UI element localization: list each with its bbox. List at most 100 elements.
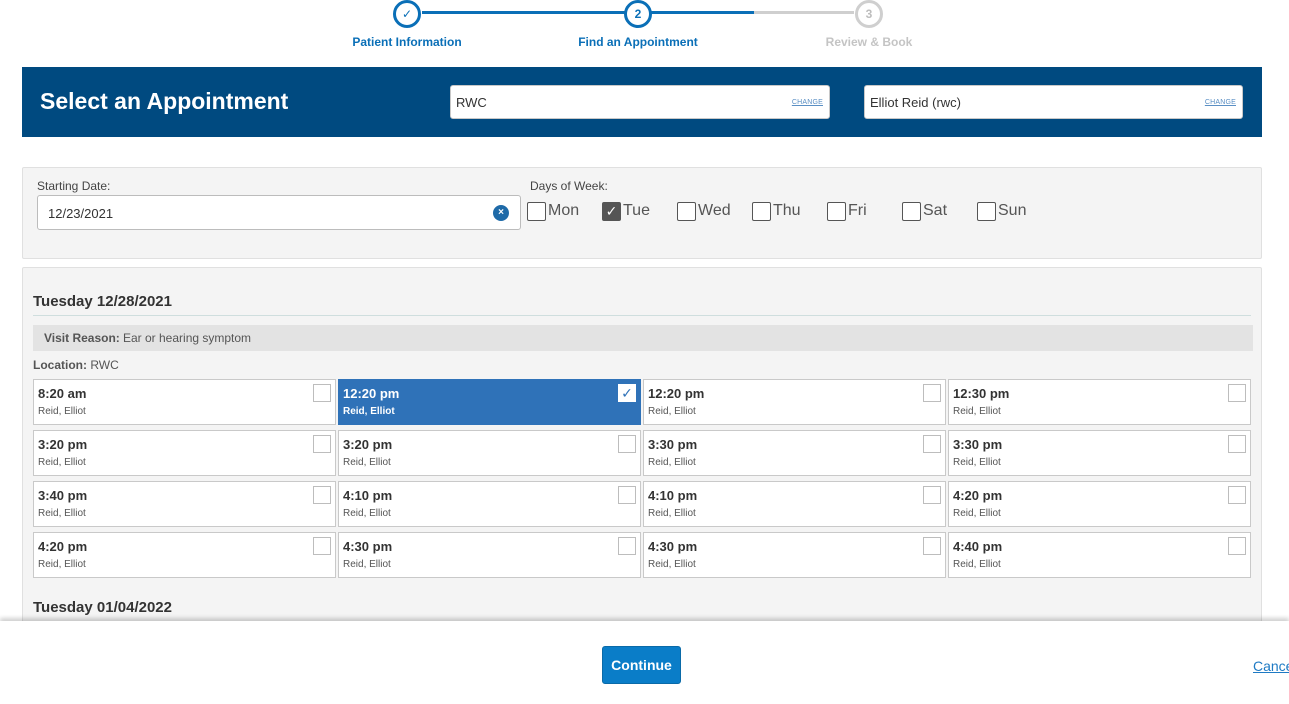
visit-reason-band: Visit Reason: Ear or hearing symptom: [33, 325, 1253, 351]
visit-reason-label: Visit Reason:: [44, 331, 120, 345]
appointment-results[interactable]: Tuesday 12/28/2021 Visit Reason: Ear or …: [22, 267, 1262, 627]
checkbox-mon[interactable]: [527, 201, 546, 221]
step-2-label: Find an Appointment: [578, 35, 698, 49]
checkbox-thu[interactable]: [752, 201, 771, 221]
location-label: Location:: [33, 358, 87, 372]
slot-provider: Reid, Elliot: [953, 457, 1001, 468]
time-slot[interactable]: 3:20 pm Reid, Elliot: [33, 430, 336, 476]
clear-date-icon[interactable]: ×: [493, 205, 509, 221]
time-slot[interactable]: 4:40 pm Reid, Elliot: [948, 532, 1251, 578]
time-slot[interactable]: 4:30 pm Reid, Elliot: [643, 532, 946, 578]
slot-time: 4:40 pm: [953, 539, 1003, 554]
slot-time: 3:30 pm: [648, 437, 698, 452]
time-slot[interactable]: 4:10 pm Reid, Elliot: [338, 481, 641, 527]
time-slot[interactable]: 12:30 pm Reid, Elliot: [948, 379, 1251, 425]
checkbox-sun[interactable]: [977, 201, 996, 221]
date-divider: [33, 315, 1251, 316]
slot-time: 12:20 pm: [343, 386, 400, 401]
step-1-check-icon[interactable]: ✓: [393, 0, 421, 28]
slot-time: 12:30 pm: [953, 386, 1010, 401]
day-label-thu: Thu: [773, 202, 801, 219]
day-checkbox-fri[interactable]: Fri: [827, 200, 867, 222]
time-slot[interactable]: 3:30 pm Reid, Elliot: [643, 430, 946, 476]
time-slot[interactable]: 4:20 pm Reid, Elliot: [33, 532, 336, 578]
change-location-link[interactable]: CHANGE: [792, 99, 823, 106]
day-label-mon: Mon: [548, 202, 580, 219]
starting-date-label: Starting Date:: [37, 179, 111, 193]
action-footer: Continue Cance: [0, 621, 1289, 704]
day-checkbox-thu[interactable]: Thu: [752, 200, 801, 222]
slot-checkbox[interactable]: [923, 486, 941, 504]
slot-checkbox[interactable]: [313, 486, 331, 504]
slot-provider: Reid, Elliot: [38, 559, 86, 570]
time-slot[interactable]: 8:20 am Reid, Elliot: [33, 379, 336, 425]
progress-stepper: ✓ Patient Information 2 Find an Appointm…: [0, 0, 1289, 60]
time-slot-selected[interactable]: 12:20 pm Reid, Elliot ✓: [338, 379, 641, 425]
time-slot[interactable]: 4:10 pm Reid, Elliot: [643, 481, 946, 527]
time-slot[interactable]: 4:30 pm Reid, Elliot: [338, 532, 641, 578]
slot-provider: Reid, Elliot: [343, 559, 391, 570]
slot-time: 8:20 am: [38, 386, 87, 401]
appointment-page: ✓ Patient Information 2 Find an Appointm…: [0, 0, 1289, 704]
time-slot[interactable]: 3:20 pm Reid, Elliot: [338, 430, 641, 476]
checkbox-fri[interactable]: [827, 201, 846, 221]
slot-provider: Reid, Elliot: [648, 508, 696, 519]
slot-checkbox[interactable]: [618, 486, 636, 504]
day-checkbox-wed[interactable]: Wed: [677, 200, 731, 222]
page-title: Select an Appointment: [40, 88, 289, 114]
slot-time: 4:30 pm: [343, 539, 393, 554]
time-slot[interactable]: 12:20 pm Reid, Elliot: [643, 379, 946, 425]
slot-checkbox[interactable]: [923, 384, 941, 402]
slot-provider: Reid, Elliot: [38, 508, 86, 519]
provider-field[interactable]: Elliot Reid (rwc) CHANGE: [864, 85, 1243, 119]
slot-checkbox-checked-icon[interactable]: ✓: [618, 384, 636, 402]
select-appointment-header: Select an Appointment RWC CHANGE Elliot …: [22, 67, 1262, 137]
step-2-number: 2: [624, 0, 652, 28]
slot-checkbox[interactable]: [1228, 486, 1246, 504]
date-heading: Tuesday 12/28/2021: [33, 293, 172, 310]
days-of-week-label: Days of Week:: [530, 179, 608, 193]
slot-provider: Reid, Elliot: [343, 508, 391, 519]
day-checkbox-sat[interactable]: Sat: [902, 200, 947, 222]
continue-button[interactable]: Continue: [602, 646, 681, 684]
day-checkbox-mon[interactable]: Mon: [527, 200, 579, 222]
filter-panel: Starting Date: 12/23/2021 × Days of Week…: [22, 167, 1262, 259]
time-slot[interactable]: 4:20 pm Reid, Elliot: [948, 481, 1251, 527]
slot-checkbox[interactable]: [923, 537, 941, 555]
change-provider-link[interactable]: CHANGE: [1205, 99, 1236, 106]
time-slot[interactable]: 3:30 pm Reid, Elliot: [948, 430, 1251, 476]
starting-date-input[interactable]: 12/23/2021 ×: [37, 195, 521, 230]
step-1-label[interactable]: Patient Information: [352, 35, 461, 49]
slot-checkbox[interactable]: [1228, 435, 1246, 453]
slot-checkbox[interactable]: [313, 384, 331, 402]
location-field[interactable]: RWC CHANGE: [450, 85, 830, 119]
slot-time: 3:40 pm: [38, 488, 88, 503]
cancel-link[interactable]: Cance: [1253, 658, 1289, 674]
location-text: RWC: [90, 358, 119, 372]
slot-checkbox[interactable]: [1228, 537, 1246, 555]
starting-date-value: 12/23/2021: [48, 206, 114, 221]
day-checkbox-tue[interactable]: ✓ Tue: [602, 200, 650, 222]
slot-checkbox[interactable]: [618, 435, 636, 453]
slot-time: 4:30 pm: [648, 539, 698, 554]
slot-provider: Reid, Elliot: [38, 457, 86, 468]
visit-reason-value: Ear or hearing symptom: [123, 331, 252, 345]
slot-checkbox[interactable]: [618, 537, 636, 555]
slot-checkbox[interactable]: [1228, 384, 1246, 402]
slot-time: 4:20 pm: [953, 488, 1003, 503]
day-checkbox-sun[interactable]: Sun: [977, 200, 1026, 222]
slot-checkbox[interactable]: [923, 435, 941, 453]
slot-provider: Reid, Elliot: [343, 406, 395, 417]
time-slot[interactable]: 3:40 pm Reid, Elliot: [33, 481, 336, 527]
location-value: RWC: [456, 95, 487, 110]
slot-time: 12:20 pm: [648, 386, 705, 401]
slot-time: 4:20 pm: [38, 539, 88, 554]
provider-value: Elliot Reid (rwc): [870, 95, 962, 110]
slot-time: 3:30 pm: [953, 437, 1003, 452]
slot-checkbox[interactable]: [313, 435, 331, 453]
checkbox-sat[interactable]: [902, 201, 921, 221]
stepper-line-complete: [422, 11, 754, 14]
slot-checkbox[interactable]: [313, 537, 331, 555]
checkbox-tue-checked[interactable]: ✓: [602, 201, 621, 221]
checkbox-wed[interactable]: [677, 201, 696, 221]
